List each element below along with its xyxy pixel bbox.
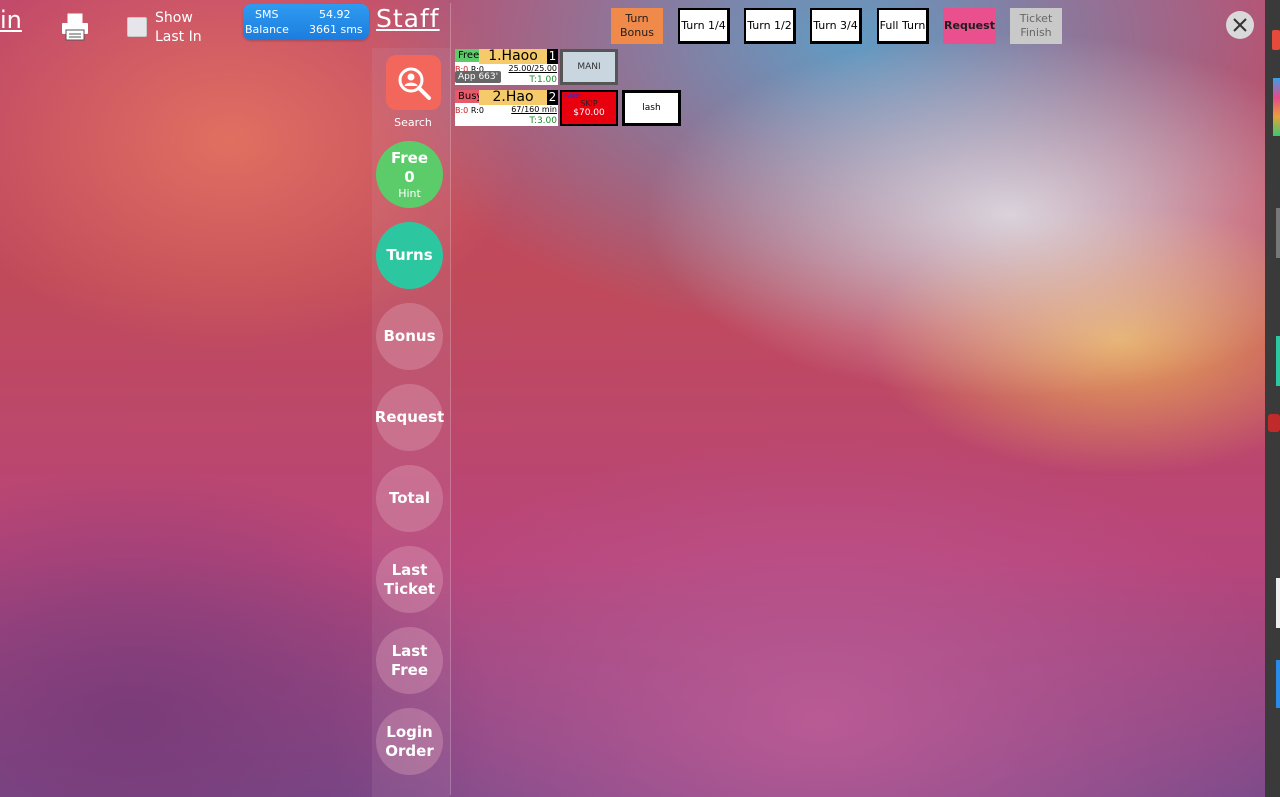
amount-count: 25.00/25.00 (508, 64, 558, 73)
turn-half-button[interactable]: Turn 1/2 (744, 8, 796, 44)
ticket-finish-button[interactable]: Ticket Finish (1010, 8, 1062, 44)
status-indicators-fragment (1273, 78, 1280, 136)
login-order-button[interactable]: Login Order (376, 708, 443, 775)
show-last-in-checkbox[interactable] (127, 17, 147, 37)
balance-label: Balance (245, 23, 289, 36)
staff-card[interactable]: Busy 2.Hao 2 B:0 R:0 67/160 min T:3.00 (455, 90, 558, 126)
ticket-label: MANI (577, 62, 601, 72)
last-free-button[interactable]: Last Free (376, 627, 443, 694)
staff-number: 2 (547, 90, 558, 105)
page-title[interactable]: Staff (376, 4, 440, 33)
bonus-request-counts: B:0 R:0 (455, 106, 484, 115)
turn-three-quarter-button[interactable]: Turn 3/4 (810, 8, 862, 44)
turn-bonus-button[interactable]: Turn Bonus (611, 8, 663, 44)
right-edge-panel (1265, 0, 1280, 797)
turn-quarter-button[interactable]: Turn 1/4 (678, 8, 730, 44)
minutes-count: 67/160 min (511, 105, 557, 114)
staff-name: 1.Haoo (479, 49, 547, 64)
bonus-button[interactable]: Bonus (376, 303, 443, 370)
free-count-button[interactable]: Free 0 Hint (376, 141, 443, 208)
request-button[interactable]: Request (943, 8, 996, 44)
edge-badge-fragment (1268, 414, 1280, 432)
last-ticket-button[interactable]: Last Ticket (376, 546, 443, 613)
ticket-amount: $70.00 (573, 107, 605, 118)
search-button[interactable] (386, 55, 441, 110)
sms-label: SMS (255, 8, 279, 21)
edge-button-fragment[interactable] (1276, 660, 1280, 708)
staff-card[interactable]: Free 1.Haoo 1 B:0 R:0 25.00/25.00 App 66… (455, 49, 558, 85)
full-turn-button[interactable]: Full Turn (877, 8, 929, 44)
close-icon (1233, 18, 1247, 32)
login-link[interactable]: in (0, 6, 22, 34)
sms-count: 3661 sms (309, 23, 363, 36)
free-label: Free (390, 148, 429, 167)
search-label: Search (394, 116, 432, 129)
ticket-chip[interactable]: MANI (560, 49, 618, 85)
staff-name: 2.Hao (479, 90, 547, 105)
edge-divider (1276, 208, 1280, 258)
search-person-icon (398, 67, 431, 100)
free-count: 0 (404, 167, 415, 186)
printer-icon[interactable] (60, 12, 90, 42)
turn-count: T:3.00 (529, 116, 557, 126)
total-button[interactable]: Total (376, 465, 443, 532)
ticket-label: SKIP (580, 98, 598, 108)
turns-button[interactable]: Turns (376, 222, 443, 289)
sms-amount: 54.92 (319, 8, 351, 21)
bonus-count: B:0 (455, 106, 469, 115)
turn-count: T:1.00 (529, 75, 557, 85)
request-sort-button[interactable]: Request (375, 384, 444, 451)
sms-balance-badge[interactable]: SMS Balance 54.92 3661 sms (243, 4, 369, 40)
show-last-in-toggle[interactable]: Show Last In (127, 9, 215, 47)
close-button[interactable] (1226, 11, 1254, 39)
app-screen: in Show Last In SMS Balance 54.92 3661 s… (0, 0, 1280, 797)
ticket-label: lash (642, 103, 661, 113)
app-badge: App 663' (455, 71, 502, 83)
staff-number: 1 (547, 49, 558, 64)
ticket-chip-skip[interactable]: Give SKIP $70.00 (560, 90, 618, 126)
edge-button-fragment[interactable] (1276, 336, 1280, 386)
free-hint: Hint (398, 186, 421, 200)
give-badge: Give (564, 92, 580, 100)
request-count: R:0 (470, 106, 484, 115)
edge-button-fragment[interactable] (1276, 578, 1280, 628)
show-last-in-label: Show Last In (155, 10, 202, 45)
app-logo-fragment (1272, 30, 1280, 50)
ticket-chip[interactable]: lash (622, 90, 681, 126)
